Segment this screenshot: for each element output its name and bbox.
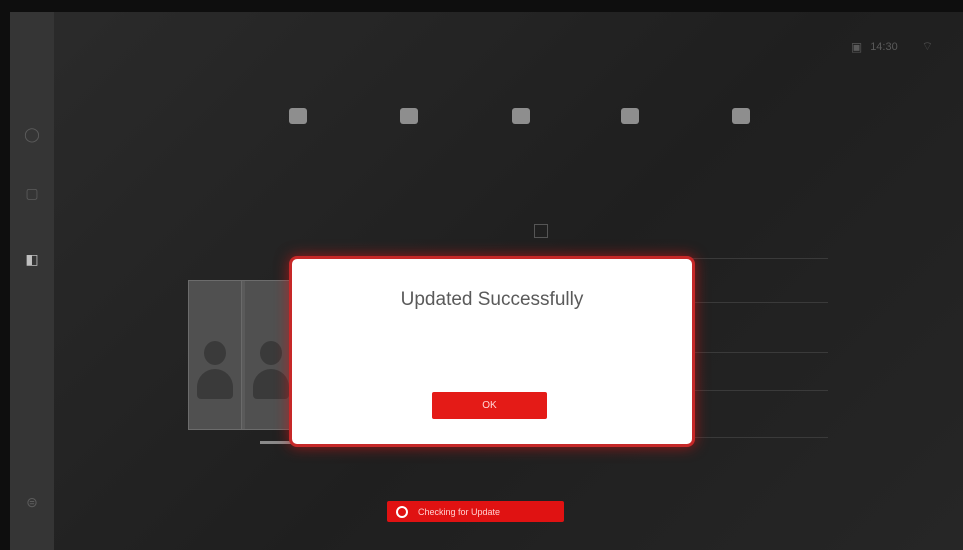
participant-tile[interactable]: [189, 281, 242, 429]
tv-screen: ◯ ▢ ◧ ⊜ ▣ 14:30 ⌔ Updated Successfully O…: [10, 12, 963, 550]
center-icon: [534, 224, 548, 238]
loading-ring-icon: [396, 505, 408, 518]
avatar-icon: [204, 341, 226, 365]
settings-icon[interactable]: ⊜: [23, 493, 41, 511]
update-status-label: Checking for Update: [418, 506, 501, 517]
wifi-icon: ⌔: [921, 39, 933, 53]
update-status-badge[interactable]: Checking for Update: [387, 501, 564, 522]
sidebar: ◯ ▢ ◧ ⊜: [10, 12, 54, 550]
avatar-icon: [260, 341, 282, 365]
home-icon[interactable]: ◯: [23, 125, 41, 143]
tablet-icon[interactable]: ◧: [23, 250, 41, 268]
participants-panel: [188, 280, 302, 430]
ok-button[interactable]: OK: [432, 392, 547, 419]
source-tile-icon[interactable]: [289, 108, 307, 124]
source-tile-icon[interactable]: [621, 108, 639, 124]
status-bar: ▣ 14:30 ⌔: [851, 39, 933, 54]
dialog-title: Updated Successfully: [400, 289, 584, 310]
monitor-icon[interactable]: ▢: [23, 184, 41, 202]
status-time: 14:30: [870, 40, 898, 53]
update-success-dialog: Updated Successfully OK: [289, 256, 695, 447]
screen-icon: ▣: [850, 39, 863, 54]
source-tile-icon[interactable]: [400, 108, 418, 124]
source-tile-icon[interactable]: [512, 108, 530, 124]
source-tile-icon[interactable]: [732, 108, 750, 124]
